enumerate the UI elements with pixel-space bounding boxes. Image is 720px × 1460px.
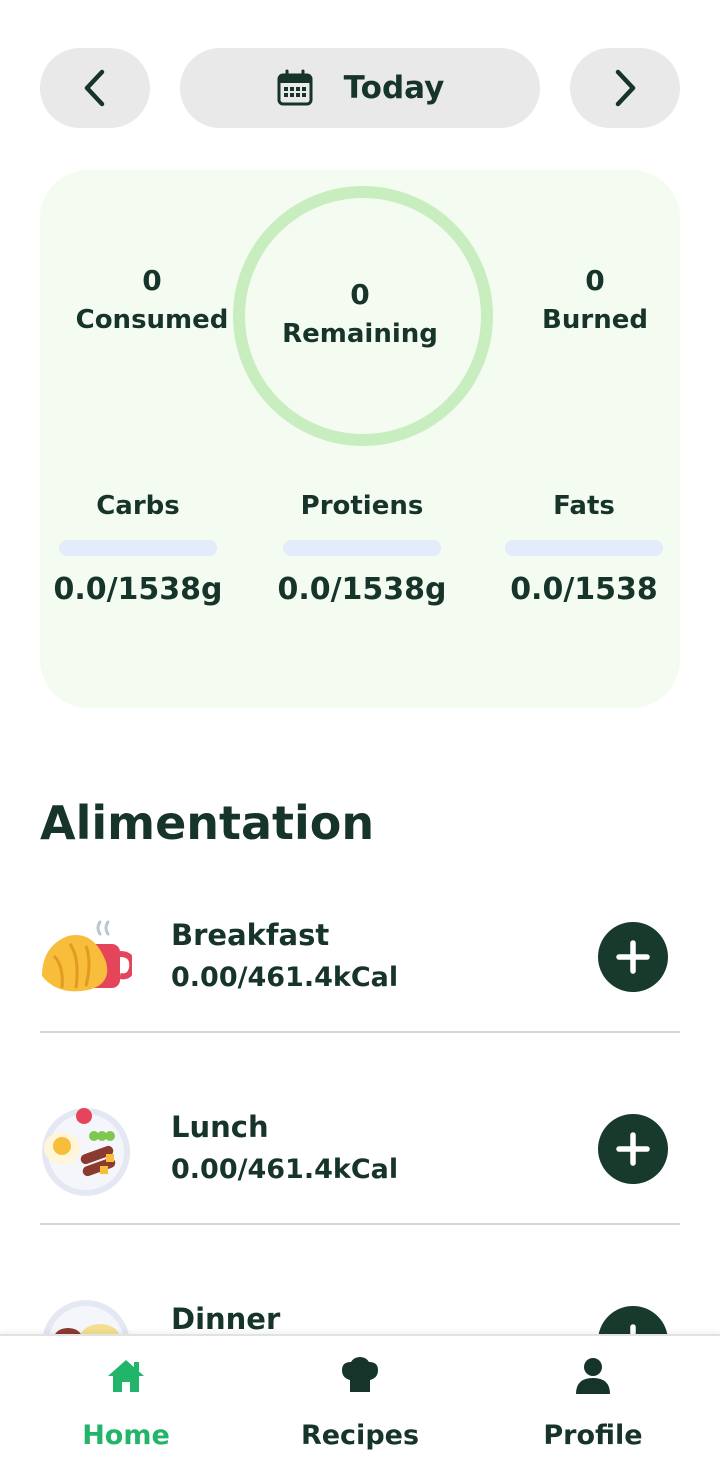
tab-label: Profile bbox=[543, 1420, 643, 1451]
next-day-button[interactable] bbox=[570, 48, 680, 128]
macro-label: Protiens bbox=[300, 491, 424, 521]
tab-label: Home bbox=[82, 1420, 170, 1451]
macro-protein: Protiens 0.0/1538g bbox=[272, 488, 452, 607]
tab-recipes[interactable]: Recipes bbox=[240, 1336, 480, 1460]
home-screen: Today 0 Consumed 0 Remaining 0 Burned Ca… bbox=[0, 0, 720, 1460]
user-icon bbox=[576, 1358, 610, 1394]
macro-progress-bar bbox=[505, 540, 663, 556]
tab-profile[interactable]: Profile bbox=[473, 1336, 713, 1460]
meal-row-lunch[interactable]: Lunch 0.00/461.4kCal bbox=[40, 1102, 680, 1222]
chevron-right-icon bbox=[615, 69, 636, 107]
macro-value: 0.0/1538 bbox=[510, 572, 658, 607]
plus-icon bbox=[616, 1132, 650, 1166]
previous-day-button[interactable] bbox=[40, 48, 150, 128]
add-breakfast-button[interactable] bbox=[598, 922, 668, 992]
section-title: Alimentation bbox=[40, 796, 375, 850]
home-icon bbox=[108, 1360, 144, 1392]
bottom-navigation: Home Recipes Profile bbox=[0, 1334, 720, 1460]
meal-name: Dinner bbox=[171, 1302, 281, 1336]
divider bbox=[40, 1223, 680, 1225]
meal-name: Breakfast bbox=[171, 918, 330, 952]
add-lunch-button[interactable] bbox=[598, 1114, 668, 1184]
chef-hat-icon bbox=[342, 1357, 378, 1392]
date-navigation: Today bbox=[40, 48, 680, 128]
meal-row-breakfast[interactable]: Breakfast 0.00/461.4kCal bbox=[40, 910, 680, 1030]
consumed-stat: 0 Consumed bbox=[60, 264, 244, 335]
macro-fats: Fats 0.0/1538 bbox=[494, 488, 674, 607]
macro-value: 0.0/1538g bbox=[53, 572, 223, 607]
macro-label: Fats bbox=[553, 491, 615, 521]
date-picker-button[interactable]: Today bbox=[180, 48, 540, 128]
remaining-value: 0 bbox=[350, 278, 370, 311]
macro-progress-bar bbox=[59, 540, 217, 556]
meal-calories: 0.00/461.4kCal bbox=[171, 962, 399, 993]
chevron-left-icon bbox=[84, 69, 105, 107]
remaining-stat: 0 Remaining bbox=[245, 278, 475, 349]
meal-calories: 0.00/461.4kCal bbox=[171, 1154, 399, 1185]
meal-name: Lunch bbox=[171, 1110, 269, 1144]
lunch-icon bbox=[42, 1108, 130, 1196]
breakfast-icon bbox=[42, 920, 132, 992]
date-label: Today bbox=[343, 70, 445, 106]
macro-value: 0.0/1538g bbox=[277, 572, 447, 607]
tab-home[interactable]: Home bbox=[6, 1336, 246, 1460]
burned-stat: 0 Burned bbox=[510, 264, 680, 335]
tab-label: Recipes bbox=[300, 1420, 420, 1451]
burned-value: 0 bbox=[585, 264, 605, 297]
macro-label: Carbs bbox=[96, 491, 180, 521]
burned-label: Burned bbox=[542, 305, 648, 335]
consumed-value: 0 bbox=[142, 264, 162, 297]
macro-progress-bar bbox=[283, 540, 441, 556]
calendar-icon bbox=[277, 69, 313, 106]
calorie-summary-card: 0 Consumed 0 Remaining 0 Burned Carbs 0.… bbox=[40, 170, 680, 708]
remaining-label: Remaining bbox=[282, 319, 438, 349]
divider bbox=[40, 1031, 680, 1033]
consumed-label: Consumed bbox=[75, 305, 229, 335]
plus-icon bbox=[616, 940, 650, 974]
macro-carbs: Carbs 0.0/1538g bbox=[48, 488, 228, 607]
